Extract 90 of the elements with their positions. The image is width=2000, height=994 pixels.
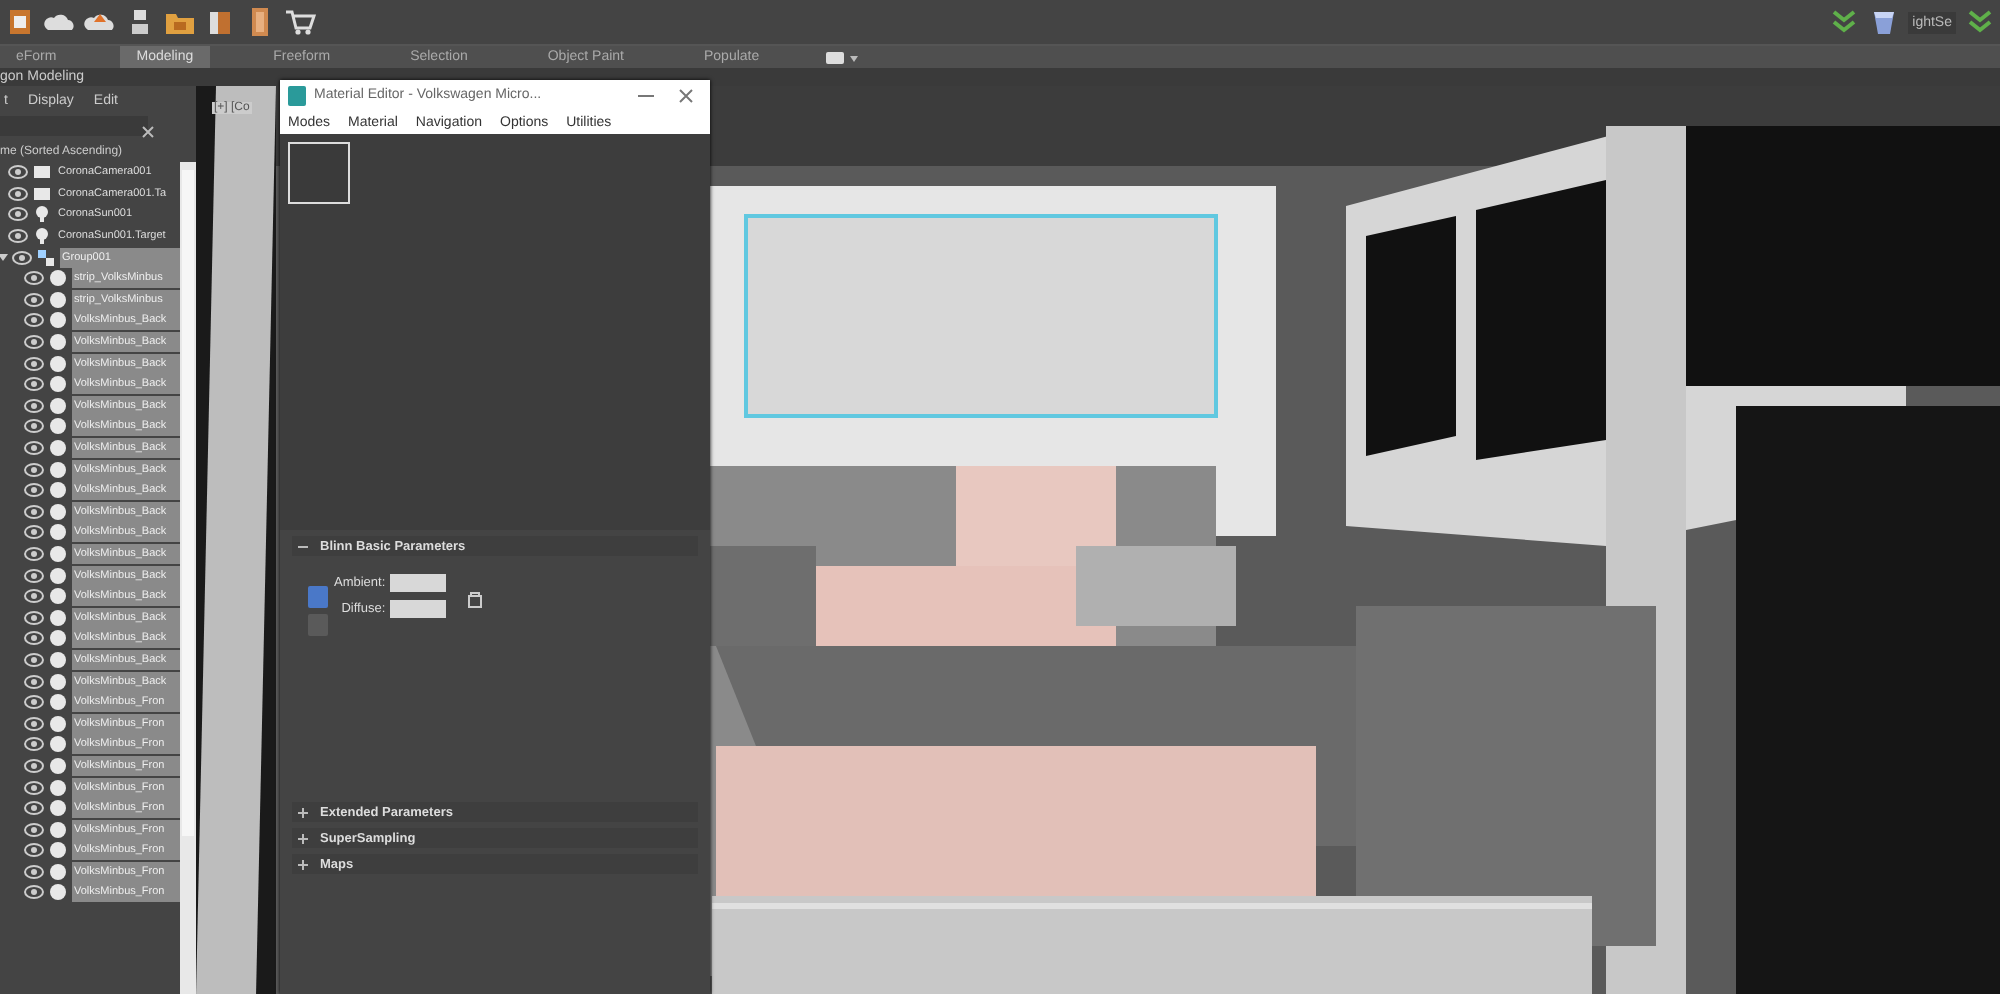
eye-icon[interactable] xyxy=(24,376,44,393)
eye-icon[interactable] xyxy=(24,524,44,541)
sphere-icon xyxy=(48,395,68,416)
collapse-arrow-icon[interactable] xyxy=(0,252,8,263)
eye-icon[interactable] xyxy=(24,545,44,562)
eye-icon[interactable] xyxy=(8,164,28,181)
eye-icon[interactable] xyxy=(24,291,44,308)
sphere-icon xyxy=(48,692,68,713)
sphere-icon xyxy=(48,628,68,649)
sphere-icon xyxy=(48,649,68,670)
sphere-icon xyxy=(48,734,68,755)
search-field[interactable] xyxy=(0,116,148,136)
eye-icon[interactable] xyxy=(8,228,28,245)
minus-icon xyxy=(298,541,308,551)
sphere-icon xyxy=(48,777,68,798)
sphere-icon xyxy=(48,798,68,819)
eye-icon[interactable] xyxy=(24,270,44,287)
chevron-down-icon[interactable] xyxy=(1828,6,1861,38)
sphere-icon xyxy=(48,755,68,776)
sphere-icon xyxy=(48,713,68,734)
plus-icon xyxy=(298,859,308,869)
eye-icon[interactable] xyxy=(24,842,44,859)
eye-icon[interactable] xyxy=(24,673,44,690)
close-icon[interactable] xyxy=(142,126,154,138)
eye-icon[interactable] xyxy=(24,609,44,626)
eye-icon[interactable] xyxy=(24,440,44,457)
eye-icon[interactable] xyxy=(24,567,44,584)
scrollbar[interactable] xyxy=(180,162,196,994)
eye-icon[interactable] xyxy=(12,249,32,266)
sphere-icon xyxy=(48,501,68,522)
eye-icon[interactable] xyxy=(24,821,44,838)
eye-icon[interactable] xyxy=(24,715,44,732)
sphere-icon xyxy=(48,332,68,353)
camera-icon xyxy=(32,183,52,204)
eye-icon[interactable] xyxy=(24,397,44,414)
sphere-icon xyxy=(48,374,68,395)
eye-icon[interactable] xyxy=(24,694,44,711)
sphere-icon xyxy=(48,671,68,692)
plus-icon xyxy=(298,833,308,843)
eye-icon[interactable] xyxy=(24,418,44,435)
sphere-icon xyxy=(48,861,68,882)
color-swatch[interactable] xyxy=(389,574,446,592)
sphere-icon xyxy=(48,353,68,374)
eye-icon[interactable] xyxy=(24,482,44,499)
document-icon[interactable] xyxy=(4,6,36,38)
eye-icon[interactable] xyxy=(24,757,44,774)
sphere-icon xyxy=(48,289,68,310)
sphere-icon xyxy=(48,310,68,331)
chevron-down-icon[interactable] xyxy=(1964,6,1996,38)
sphere-icon xyxy=(48,882,68,903)
sphere-icon xyxy=(48,438,68,459)
close-button[interactable] xyxy=(678,87,694,103)
sphere-icon xyxy=(48,840,68,861)
eye-icon[interactable] xyxy=(24,651,44,668)
eye-icon[interactable] xyxy=(24,312,44,329)
sphere-icon xyxy=(48,586,68,607)
camera-dropdown-icon[interactable] xyxy=(823,47,860,67)
eye-icon[interactable] xyxy=(24,863,44,880)
group-icon xyxy=(36,247,56,268)
scroll-thumb[interactable] xyxy=(182,170,194,836)
eye-icon[interactable] xyxy=(24,588,44,605)
eye-icon[interactable] xyxy=(24,800,44,817)
sphere-icon xyxy=(48,607,68,628)
eye-icon[interactable] xyxy=(24,503,44,520)
eye-icon[interactable] xyxy=(8,185,28,202)
sphere-icon xyxy=(48,819,68,840)
color-swatch[interactable] xyxy=(389,600,446,618)
sample-slot[interactable] xyxy=(288,142,350,204)
sphere-icon xyxy=(48,416,68,437)
eye-icon[interactable] xyxy=(24,884,44,901)
app-icon xyxy=(288,85,306,105)
plus-icon xyxy=(298,807,308,817)
sphere-icon xyxy=(48,480,68,501)
eye-icon[interactable] xyxy=(24,461,44,478)
camera-icon xyxy=(32,162,52,183)
bulb-icon xyxy=(32,204,52,225)
bulb-icon xyxy=(32,226,52,247)
eye-icon[interactable] xyxy=(24,779,44,796)
lock-icon[interactable] xyxy=(467,590,482,608)
sphere-icon xyxy=(48,543,68,564)
eye-icon[interactable] xyxy=(24,334,44,351)
sphere-icon xyxy=(48,268,68,289)
eye-icon[interactable] xyxy=(24,630,44,647)
eye-icon[interactable] xyxy=(24,355,44,372)
sphere-icon xyxy=(48,522,68,543)
sphere-icon xyxy=(48,459,68,480)
cart-icon[interactable] xyxy=(284,6,316,38)
sphere-icon xyxy=(48,565,68,586)
eye-icon[interactable] xyxy=(24,736,44,753)
eye-icon[interactable] xyxy=(8,206,28,223)
